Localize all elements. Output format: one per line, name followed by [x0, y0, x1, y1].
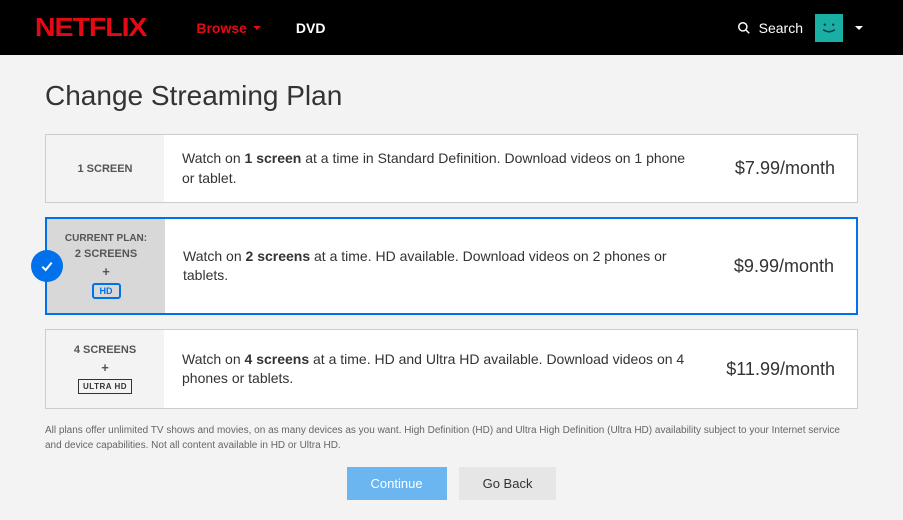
- smiley-icon: [819, 21, 839, 35]
- plan-label-text: 2 SCREENS: [75, 248, 137, 260]
- plan-1-screen[interactable]: 1 SCREEN Watch on 1 screen at a time in …: [45, 134, 858, 203]
- plan-price: $9.99/month: [716, 256, 856, 277]
- caret-down-icon: [253, 26, 261, 30]
- current-plan-label: CURRENT PLAN:: [65, 233, 147, 244]
- checkmark-icon: [31, 250, 63, 282]
- avatar[interactable]: [815, 14, 843, 42]
- plan-4-screens[interactable]: 4 SCREENS + ULTRA HD Watch on 4 screens …: [45, 329, 858, 409]
- plan-description: Watch on 4 screens at a time. HD and Ult…: [164, 336, 717, 403]
- plus-icon: +: [102, 264, 110, 279]
- plan-price: $7.99/month: [717, 158, 857, 179]
- netflix-logo[interactable]: NETFLIX: [35, 12, 146, 43]
- header-right: Search: [737, 14, 863, 42]
- nav-browse-label: Browse: [196, 20, 247, 36]
- ultrahd-badge: ULTRA HD: [78, 379, 132, 394]
- continue-button[interactable]: Continue: [347, 467, 447, 500]
- search-label: Search: [759, 20, 803, 36]
- search[interactable]: Search: [737, 20, 803, 36]
- hd-badge: HD: [92, 283, 121, 299]
- profile-caret-icon[interactable]: [855, 26, 863, 30]
- plus-icon: +: [101, 360, 109, 375]
- button-row: Continue Go Back: [45, 467, 858, 500]
- plan-label-text: 4 SCREENS: [74, 344, 136, 356]
- plan-label-text: 1 SCREEN: [77, 163, 132, 175]
- main-container: Change Streaming Plan 1 SCREEN Watch on …: [0, 55, 903, 520]
- plan-description: Watch on 1 screen at a time in Standard …: [164, 135, 717, 202]
- search-icon: [737, 21, 751, 35]
- nav: Browse DVD: [196, 20, 325, 36]
- plan-label: CURRENT PLAN: 2 SCREENS + HD: [47, 219, 165, 313]
- plan-2-screens[interactable]: CURRENT PLAN: 2 SCREENS + HD Watch on 2 …: [45, 217, 858, 315]
- nav-dvd[interactable]: DVD: [296, 20, 326, 36]
- plan-label: 4 SCREENS + ULTRA HD: [46, 330, 164, 408]
- plan-label: 1 SCREEN: [46, 135, 164, 202]
- header: NETFLIX Browse DVD Search: [0, 0, 903, 55]
- goback-button[interactable]: Go Back: [459, 467, 557, 500]
- nav-browse[interactable]: Browse: [196, 20, 261, 36]
- disclaimer: All plans offer unlimited TV shows and m…: [45, 423, 858, 453]
- plan-price: $11.99/month: [717, 359, 857, 380]
- plan-description: Watch on 2 screens at a time. HD availab…: [165, 233, 716, 300]
- page-title: Change Streaming Plan: [45, 80, 858, 112]
